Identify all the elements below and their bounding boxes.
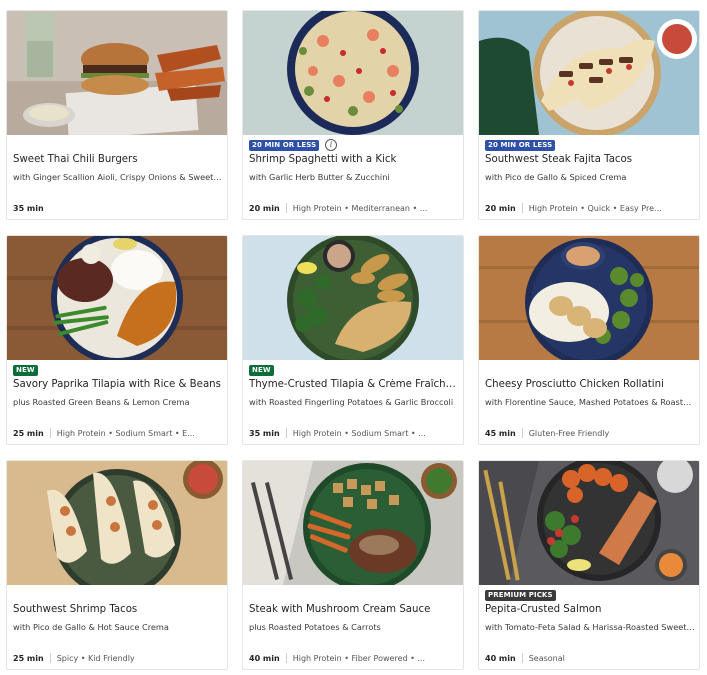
recipe-tags: High Protein • Sodium Smart • E... [56,428,195,438]
recipe-meta: 45 min Gluten-Free Friendly [485,427,695,439]
recipe-subtitle: with Pico de Gallo & Hot Sauce Crema [13,622,169,632]
recipe-card-savory-paprika-tilapia[interactable]: NEW Savory Paprika Tilapia with Rice & B… [6,235,228,445]
recipe-title: Savory Paprika Tilapia with Rice & Beans [13,379,221,390]
badge-new: NEW [13,365,38,376]
recipe-meta: 25 min High Protein • Sodium Smart • E..… [13,427,223,439]
recipe-tags: High Protein • Sodium Smart • ... [292,428,426,438]
recipe-card-southwest-shrimp-tacos[interactable]: Southwest Shrimp Tacos with Pico de Gall… [6,460,228,670]
recipe-image [7,461,227,585]
recipe-subtitle: with Tomato-Feta Salad & Harissa-Roasted… [485,622,695,632]
recipe-subtitle: with Pico de Gallo & Spiced Crema [485,172,627,182]
recipe-tags: Seasonal [528,653,565,663]
meta-divider [285,428,287,438]
meta-divider [521,653,523,663]
recipe-title: Southwest Steak Fajita Tacos [485,154,633,165]
cook-time: 35 min [13,203,44,213]
recipe-grid: Sweet Thai Chili Burgers with Ginger Sca… [0,0,707,675]
recipe-image [7,11,227,135]
recipe-title: Cheesy Prosciutto Chicken Rollatini [485,379,664,390]
badge-20-min-or-less: 20 MIN OR LESS [485,140,556,151]
recipe-meta: 40 min High Protein • Fiber Powered • ..… [249,652,459,664]
recipe-image [7,236,227,360]
recipe-card-pepita-crusted-salmon[interactable]: PREMIUM PICKS Pepita-Crusted Salmon with… [478,460,700,670]
recipe-title: Thyme-Crusted Tilapia & Crème Fraîche... [249,379,459,390]
recipe-meta: 35 min [13,202,223,214]
recipe-title: Southwest Shrimp Tacos [13,604,138,615]
cook-time: 45 min [485,428,516,438]
recipe-image [243,11,463,135]
recipe-tags: High Protein • Mediterranean • ... [292,203,428,213]
cook-time: 40 min [485,653,516,663]
recipe-title: Sweet Thai Chili Burgers [13,154,138,165]
recipe-tags: High Protein • Fiber Powered • ... [292,653,425,663]
cook-time: 25 min [13,428,44,438]
recipe-meta: 35 min High Protein • Sodium Smart • ... [249,427,459,439]
recipe-card-shrimp-spaghetti[interactable]: 20 MIN OR LESS i Shrimp Spaghetti with a… [242,10,464,220]
recipe-subtitle: with Ginger Scallion Aioli, Crispy Onion… [13,172,223,182]
recipe-card-sweet-thai-chili-burgers[interactable]: Sweet Thai Chili Burgers with Ginger Sca… [6,10,228,220]
recipe-card-southwest-steak-fajita-tacos[interactable]: 20 MIN OR LESS Southwest Steak Fajita Ta… [478,10,700,220]
meta-divider [49,428,51,438]
recipe-meta: 20 min High Protein • Quick • Easy Pre..… [485,202,695,214]
recipe-title: Pepita-Crusted Salmon [485,604,602,615]
recipe-subtitle: with Roasted Fingerling Potatoes & Garli… [249,397,454,407]
recipe-subtitle: plus Roasted Potatoes & Carrots [249,622,381,632]
meta-divider [285,653,287,663]
recipe-image [243,236,463,360]
recipe-image [479,461,699,585]
meta-divider [521,203,523,213]
meta-divider [285,203,287,213]
recipe-tags: High Protein • Quick • Easy Pre... [528,203,662,213]
recipe-title: Steak with Mushroom Cream Sauce [249,604,431,615]
recipe-subtitle: with Garlic Herb Butter & Zucchini [249,172,390,182]
recipe-subtitle: with Florentine Sauce, Mashed Potatoes &… [485,397,695,407]
recipe-image [479,236,699,360]
cook-time: 25 min [13,653,44,663]
recipe-meta: 20 min High Protein • Mediterranean • ..… [249,202,459,214]
recipe-meta: 40 min Seasonal [485,652,695,664]
recipe-meta: 25 min Spicy • Kid Friendly [13,652,223,664]
badge-new: NEW [249,365,274,376]
info-icon[interactable]: i [325,139,337,151]
cook-time: 40 min [249,653,280,663]
meta-divider [521,428,523,438]
recipe-card-thyme-crusted-tilapia[interactable]: NEW Thyme-Crusted Tilapia & Crème Fraîch… [242,235,464,445]
recipe-image [479,11,699,135]
cook-time: 20 min [485,203,516,213]
recipe-title: Shrimp Spaghetti with a Kick [249,154,397,165]
meta-divider [49,653,51,663]
badge-20-min-or-less: 20 MIN OR LESS [249,140,320,151]
recipe-image [243,461,463,585]
recipe-subtitle: plus Roasted Green Beans & Lemon Crema [13,397,190,407]
recipe-card-cheesy-prosciutto-chicken-rollatini[interactable]: Cheesy Prosciutto Chicken Rollatini with… [478,235,700,445]
cook-time: 20 min [249,203,280,213]
recipe-card-steak-with-mushroom-cream-sauce[interactable]: Steak with Mushroom Cream Sauce plus Roa… [242,460,464,670]
recipe-tags: Spicy • Kid Friendly [56,653,135,663]
cook-time: 35 min [249,428,280,438]
recipe-tags: Gluten-Free Friendly [528,428,610,438]
badge-premium-picks: PREMIUM PICKS [485,590,556,601]
